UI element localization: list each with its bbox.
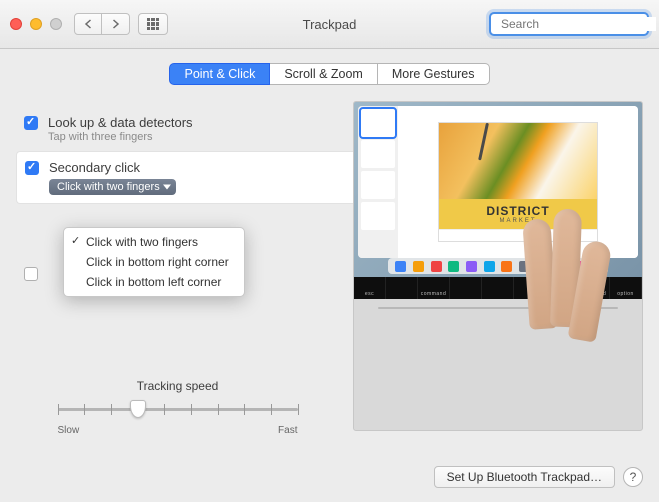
lookup-sub: Tap with three fingers	[48, 131, 193, 143]
lookup-checkbox[interactable]	[24, 116, 38, 130]
maximize-window-button	[50, 18, 62, 30]
slider-min-label: Slow	[58, 425, 80, 436]
show-all-button[interactable]	[138, 13, 168, 35]
gesture-preview: DISTRICT MARKET esccommandcommandoption	[353, 101, 643, 431]
secondary-popup[interactable]: Click with two fingers	[49, 179, 176, 195]
tracking-slider[interactable]	[58, 399, 298, 419]
window-controls	[10, 18, 62, 30]
setup-bluetooth-button[interactable]: Set Up Bluetooth Trackpad…	[434, 466, 615, 488]
window-title: Trackpad	[303, 17, 357, 32]
lookup-label: Look up & data detectors	[48, 115, 193, 130]
search-field[interactable]	[489, 12, 649, 36]
tracking-label: Tracking speed	[16, 379, 339, 393]
forward-button[interactable]	[102, 13, 130, 35]
footer: Set Up Bluetooth Trackpad… ?	[434, 466, 643, 488]
dd-option-0[interactable]: Click with two fingers	[64, 232, 244, 252]
setting-secondary-click: Secondary click Click with two fingers	[16, 151, 353, 204]
search-input[interactable]	[501, 17, 656, 31]
slider-knob[interactable]	[130, 400, 146, 418]
tab-point-click[interactable]: Point & Click	[169, 63, 270, 85]
third-checkbox[interactable]	[24, 267, 38, 281]
dd-option-2[interactable]: Click in bottom left corner	[64, 272, 244, 292]
tab-more-gestures[interactable]: More Gestures	[378, 63, 490, 85]
slider-max-label: Fast	[278, 425, 297, 436]
tab-scroll-zoom[interactable]: Scroll & Zoom	[270, 63, 378, 85]
nav-buttons	[74, 13, 130, 35]
secondary-click-dropdown: Click with two fingers Click in bottom r…	[63, 227, 245, 297]
tabs: Point & Click Scroll & Zoom More Gesture…	[16, 63, 643, 85]
close-window-button[interactable]	[10, 18, 22, 30]
minimize-window-button[interactable]	[30, 18, 42, 30]
grid-icon	[147, 18, 159, 30]
tracking-speed: Tracking speed Slow Fast	[16, 379, 339, 436]
setting-lookup: Look up & data detectors Tap with three …	[16, 107, 339, 151]
back-button[interactable]	[74, 13, 102, 35]
secondary-checkbox[interactable]	[25, 161, 39, 175]
secondary-label: Secondary click	[49, 160, 176, 175]
toolbar: Trackpad	[0, 0, 659, 49]
dd-option-1[interactable]: Click in bottom right corner	[64, 252, 244, 272]
help-button[interactable]: ?	[623, 467, 643, 487]
